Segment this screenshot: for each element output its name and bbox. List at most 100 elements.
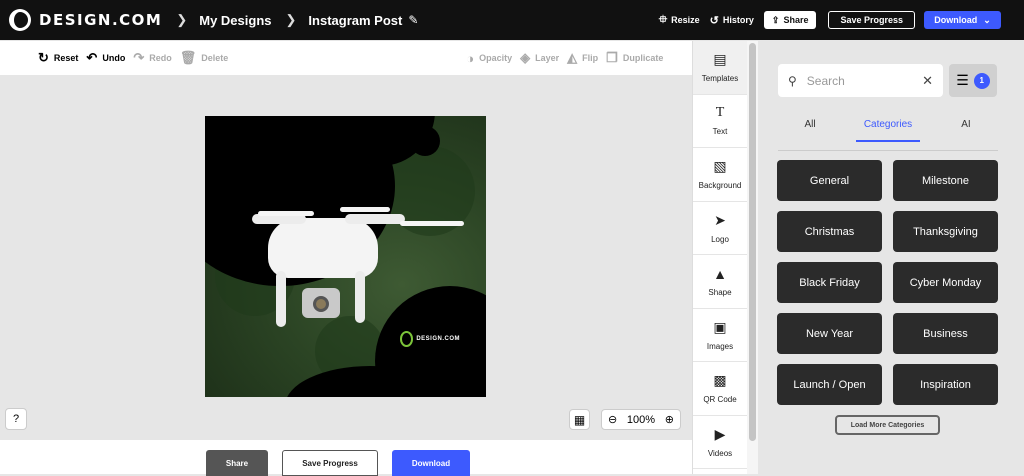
resize-label: Resize: [671, 15, 700, 25]
bottom-share-button[interactable]: Share: [206, 450, 268, 476]
panel-scrollbar[interactable]: [747, 41, 758, 474]
redo-label: Redo: [149, 53, 172, 63]
grid-icon: ▦: [573, 412, 586, 427]
watermark-logo[interactable]: DESIGN.COM: [400, 328, 460, 350]
sidebar-item-background[interactable]: ▧ Background: [693, 148, 747, 202]
zoom-out-icon[interactable]: ⊖: [608, 413, 617, 426]
qr-code-icon: ▩: [713, 372, 727, 389]
resize-button[interactable]: ⯐ Resize: [659, 11, 700, 30]
flip-icon: ◭: [567, 50, 578, 65]
duplicate-label: Duplicate: [622, 53, 664, 63]
sidebar-item-videos[interactable]: ▶ Videos: [693, 416, 747, 469]
bottom-save-progress-button[interactable]: Save Progress: [282, 450, 378, 476]
black-circle[interactable]: [410, 126, 440, 156]
drone-leg: [276, 271, 286, 327]
sidebar-item-shape[interactable]: ▲ Shape: [693, 255, 747, 309]
sidebar-item-templates[interactable]: ▤ Templates: [693, 41, 747, 95]
templates-icon: ▤: [713, 51, 727, 68]
delete-label: Delete: [201, 53, 229, 63]
edit-toolbar: ↻ Reset ↶ Undo ↷ Redo 🗑 Delete ◑ Opacity…: [0, 41, 692, 75]
undo-button[interactable]: ↶ Undo: [86, 50, 125, 66]
zoom-control: ⊖ 100% ⊕: [601, 409, 681, 430]
reset-label: Reset: [53, 53, 79, 63]
category-milestone[interactable]: Milestone: [893, 160, 998, 201]
tab-ai[interactable]: AI: [934, 114, 998, 142]
grid-toggle-button[interactable]: ▦: [569, 409, 590, 430]
delete-button[interactable]: 🗑 Delete: [180, 50, 229, 66]
sidebar-item-text[interactable]: T Text: [693, 95, 747, 148]
category-thanksgiving[interactable]: Thanksgiving: [893, 211, 998, 252]
scrollbar-thumb[interactable]: [749, 43, 756, 441]
duplicate-button[interactable]: ❐ Duplicate: [606, 50, 663, 66]
sidebar-item-label: Background: [698, 181, 742, 191]
video-camera-icon: ▶: [714, 425, 726, 442]
panel-tabs: All Categories AI: [778, 114, 998, 142]
pencil-icon[interactable]: ✎: [408, 13, 418, 27]
filter-button[interactable]: ☰ 1: [949, 64, 997, 97]
sidebar-item-label: Videos: [707, 448, 733, 458]
top-bar: DESIGN.COM ❯ My Designs ❯ Instagram Post…: [0, 0, 1024, 40]
filter-count-badge: 1: [973, 72, 990, 89]
history-button[interactable]: ↺ History: [710, 14, 754, 27]
category-new-year[interactable]: New Year: [777, 313, 882, 354]
reset-icon: ↻: [38, 50, 49, 65]
download-label: Download: [934, 15, 978, 25]
bottom-bar: Share Save Progress Download: [0, 440, 692, 476]
sliders-icon: ☰: [956, 72, 969, 88]
breadcrumb-design-title[interactable]: Instagram Post: [308, 13, 402, 28]
opacity-icon: ◑: [466, 50, 475, 66]
watermark-icon: [400, 331, 414, 347]
drone-image[interactable]: [268, 218, 378, 278]
tab-all[interactable]: All: [778, 114, 842, 142]
logo-bird-icon: ➤: [714, 211, 726, 228]
sidebar-item-logo[interactable]: ➤ Logo: [693, 202, 747, 255]
redo-button[interactable]: ↷ Redo: [133, 50, 171, 66]
drone-propeller: [400, 221, 464, 226]
category-cyber-monday[interactable]: Cyber Monday: [893, 262, 998, 303]
reset-button[interactable]: ↻ Reset: [38, 50, 78, 66]
drone-leg: [355, 271, 365, 323]
bottom-download-button[interactable]: Download: [392, 450, 470, 476]
category-christmas[interactable]: Christmas: [777, 211, 882, 252]
layers-icon: ◈: [520, 50, 531, 65]
trash-icon: 🗑: [179, 50, 197, 65]
brand-name: DESIGN.COM: [39, 11, 163, 29]
background-icon: ▧: [713, 158, 727, 175]
help-button[interactable]: ?: [5, 408, 27, 430]
category-business[interactable]: Business: [893, 313, 998, 354]
category-launch-open[interactable]: Launch / Open: [777, 364, 882, 405]
share-button[interactable]: ⇪ Share: [763, 11, 817, 29]
sidebar-item-images[interactable]: ▣ Images: [693, 309, 747, 362]
layer-button[interactable]: ◈ Layer: [520, 50, 559, 66]
opacity-button[interactable]: ◑ Opacity: [466, 51, 512, 66]
history-icon: ↺: [709, 14, 719, 27]
clear-icon[interactable]: ✕: [922, 73, 933, 89]
shapes-icon: ▲: [713, 265, 727, 282]
brand-logo[interactable]: DESIGN.COM: [9, 9, 162, 31]
opacity-label: Opacity: [479, 53, 513, 63]
divider: [778, 150, 998, 151]
sidebar-item-qr-code[interactable]: ▩ QR Code: [693, 362, 747, 416]
breadcrumb-my-designs[interactable]: My Designs: [199, 13, 271, 28]
load-more-categories-button[interactable]: Load More Categories: [835, 415, 940, 435]
zoom-in-icon[interactable]: ⊕: [665, 413, 674, 426]
tab-categories[interactable]: Categories: [856, 114, 920, 142]
zoom-level: 100%: [626, 413, 656, 426]
flip-button[interactable]: ◭ Flip: [567, 50, 598, 66]
category-black-friday[interactable]: Black Friday: [777, 262, 882, 303]
category-general[interactable]: General: [777, 160, 882, 201]
camera-lens: [313, 296, 329, 312]
chevron-right-icon: ❯: [285, 12, 297, 27]
upload-icon: ⇪: [771, 14, 780, 25]
search-input[interactable]: ⚲ Search ✕: [778, 64, 943, 97]
undo-icon: ↶: [86, 50, 98, 65]
save-progress-button[interactable]: Save Progress: [828, 11, 915, 29]
drone-arm: [345, 214, 405, 224]
layer-label: Layer: [535, 53, 560, 63]
undo-label: Undo: [102, 53, 126, 63]
download-button[interactable]: Download ⌄: [924, 11, 1001, 29]
category-inspiration[interactable]: Inspiration: [893, 364, 998, 405]
watermark-text: DESIGN.COM: [416, 336, 460, 342]
search-icon: ⚲: [788, 73, 797, 88]
category-grid: General Milestone Christmas Thanksgiving…: [777, 160, 999, 405]
